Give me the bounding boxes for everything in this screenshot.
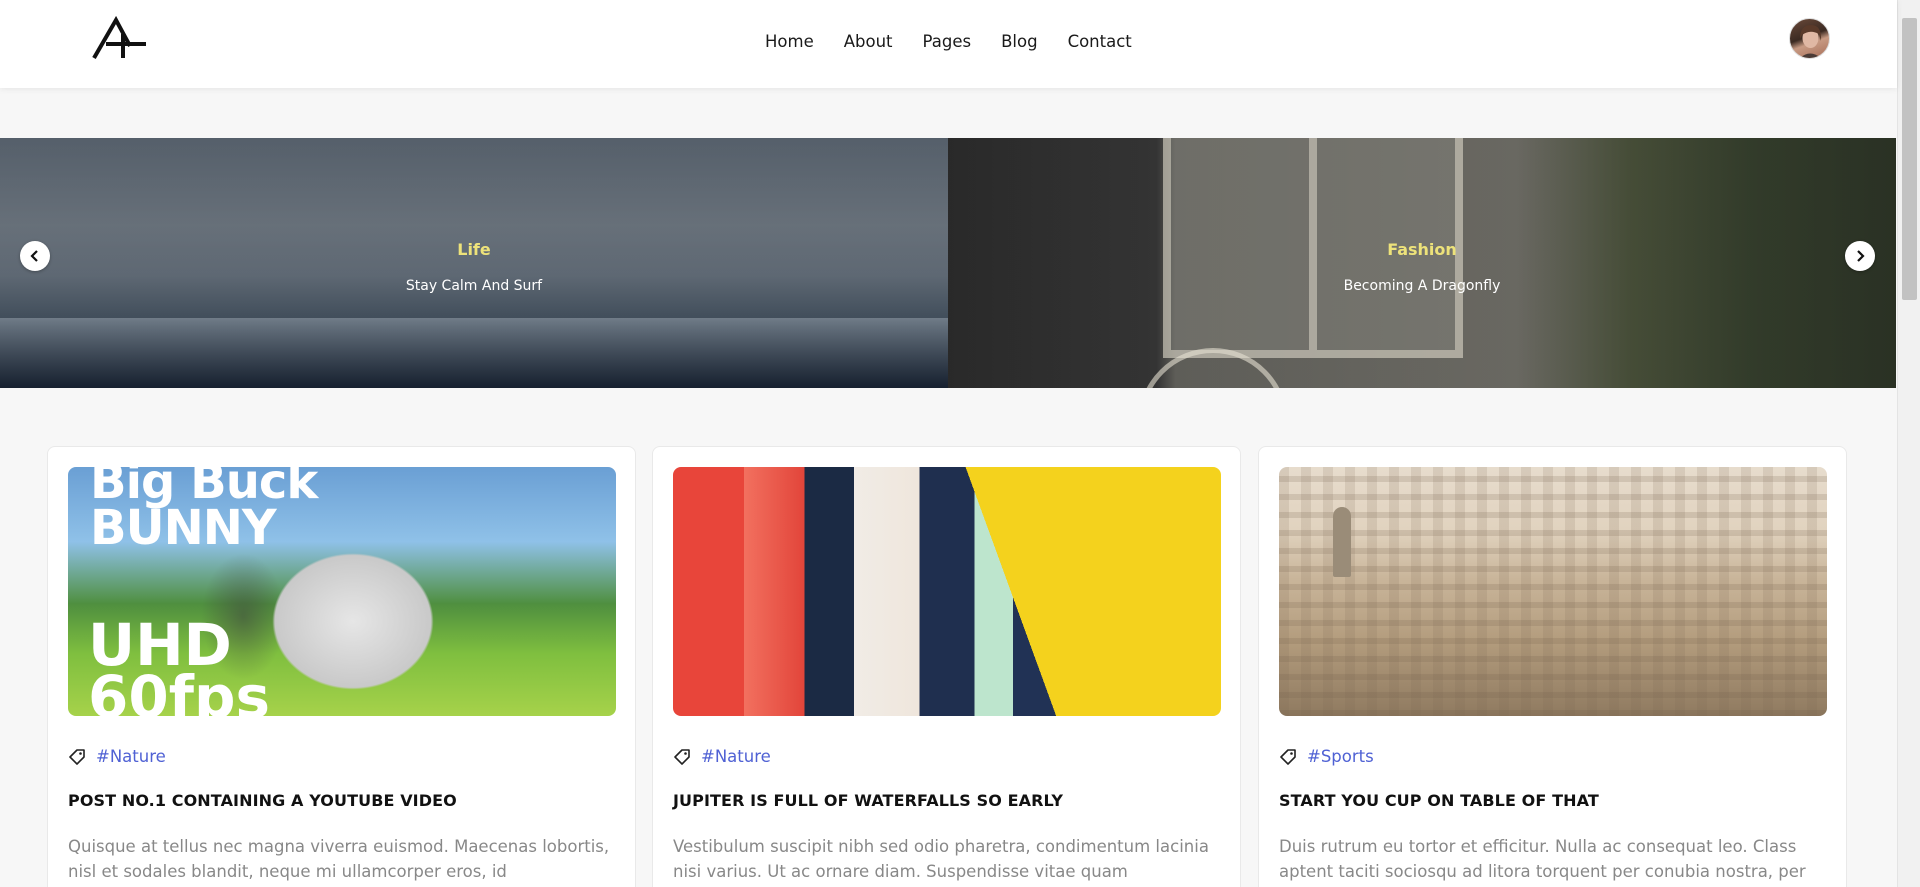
post-tag-link[interactable]: #Nature — [96, 747, 166, 766]
post-tag-link[interactable]: #Sports — [1307, 747, 1374, 766]
slide-background-wave — [0, 318, 948, 388]
page-scrollbar[interactable] — [1897, 0, 1920, 887]
thumbnail-caption-line: 60fps — [88, 663, 270, 716]
nav-pages[interactable]: Pages — [923, 30, 972, 54]
post-title[interactable]: START YOU CUP ON TABLE OF THAT — [1279, 791, 1827, 810]
post-tag-row: #Nature — [673, 747, 771, 766]
featured-slider: Life Stay Calm And Surf Fashion Becoming… — [0, 138, 1896, 388]
avatar-portrait-icon — [1800, 25, 1822, 58]
nav-blog[interactable]: Blog — [1001, 30, 1037, 54]
slider-next-button[interactable] — [1845, 241, 1875, 271]
user-avatar[interactable] — [1789, 18, 1830, 59]
post-card: Big Buck BUNNY UHD 60fps #Nature POST NO… — [47, 446, 636, 887]
nav-contact[interactable]: Contact — [1068, 30, 1132, 54]
post-thumbnail[interactable] — [673, 467, 1221, 716]
post-thumbnail[interactable] — [1279, 467, 1827, 716]
nav-home[interactable]: Home — [765, 30, 814, 54]
post-tag-link[interactable]: #Nature — [701, 747, 771, 766]
tag-icon — [69, 748, 85, 765]
slide-category[interactable]: Life — [0, 240, 948, 259]
slider-prev-button[interactable] — [20, 241, 50, 271]
main-nav: Home About Pages Blog Contact — [765, 30, 1132, 54]
scrollbar-thumb[interactable] — [1902, 18, 1917, 300]
thumbnail-quality-text: UHD 60fps — [88, 616, 270, 716]
thumbnail-tower-shape — [1333, 507, 1351, 577]
site-header: Home About Pages Blog Contact — [0, 0, 1897, 88]
post-tag-row: #Sports — [1279, 747, 1374, 766]
thumbnail-caption-line: BUNNY — [90, 500, 277, 556]
chevron-left-icon — [30, 250, 38, 262]
chevron-right-icon — [1857, 250, 1865, 262]
post-card: #Nature JUPITER IS FULL OF WATERFALLS SO… — [652, 446, 1241, 887]
slide-title[interactable]: Becoming A Dragonfly — [948, 278, 1896, 294]
site-logo[interactable] — [90, 16, 148, 62]
post-excerpt: Quisque at tellus nec magna viverra euis… — [68, 837, 610, 881]
post-excerpt: Duis rutrum eu tortor et efficitur. Null… — [1279, 837, 1806, 881]
thumbnail-title-text: Big Buck BUNNY — [90, 467, 318, 556]
post-title[interactable]: POST NO.1 CONTAINING A YOUTUBE VIDEO — [68, 791, 616, 810]
post-tag-row: #Nature — [68, 747, 166, 766]
slide-title[interactable]: Stay Calm And Surf — [0, 278, 948, 294]
tag-icon — [674, 748, 690, 765]
slide-fashion[interactable]: Fashion Becoming A Dragonfly — [948, 138, 1896, 388]
slide-category[interactable]: Fashion — [948, 240, 1896, 259]
post-thumbnail[interactable]: Big Buck BUNNY UHD 60fps — [68, 467, 616, 716]
tag-icon — [1280, 748, 1296, 765]
nav-about[interactable]: About — [844, 30, 893, 54]
slide-life[interactable]: Life Stay Calm And Surf — [0, 138, 948, 388]
post-title[interactable]: JUPITER IS FULL OF WATERFALLS SO EARLY — [673, 791, 1221, 810]
post-excerpt: Vestibulum suscipit nibh sed odio pharet… — [673, 837, 1209, 881]
post-card: #Sports START YOU CUP ON TABLE OF THAT D… — [1258, 446, 1847, 887]
